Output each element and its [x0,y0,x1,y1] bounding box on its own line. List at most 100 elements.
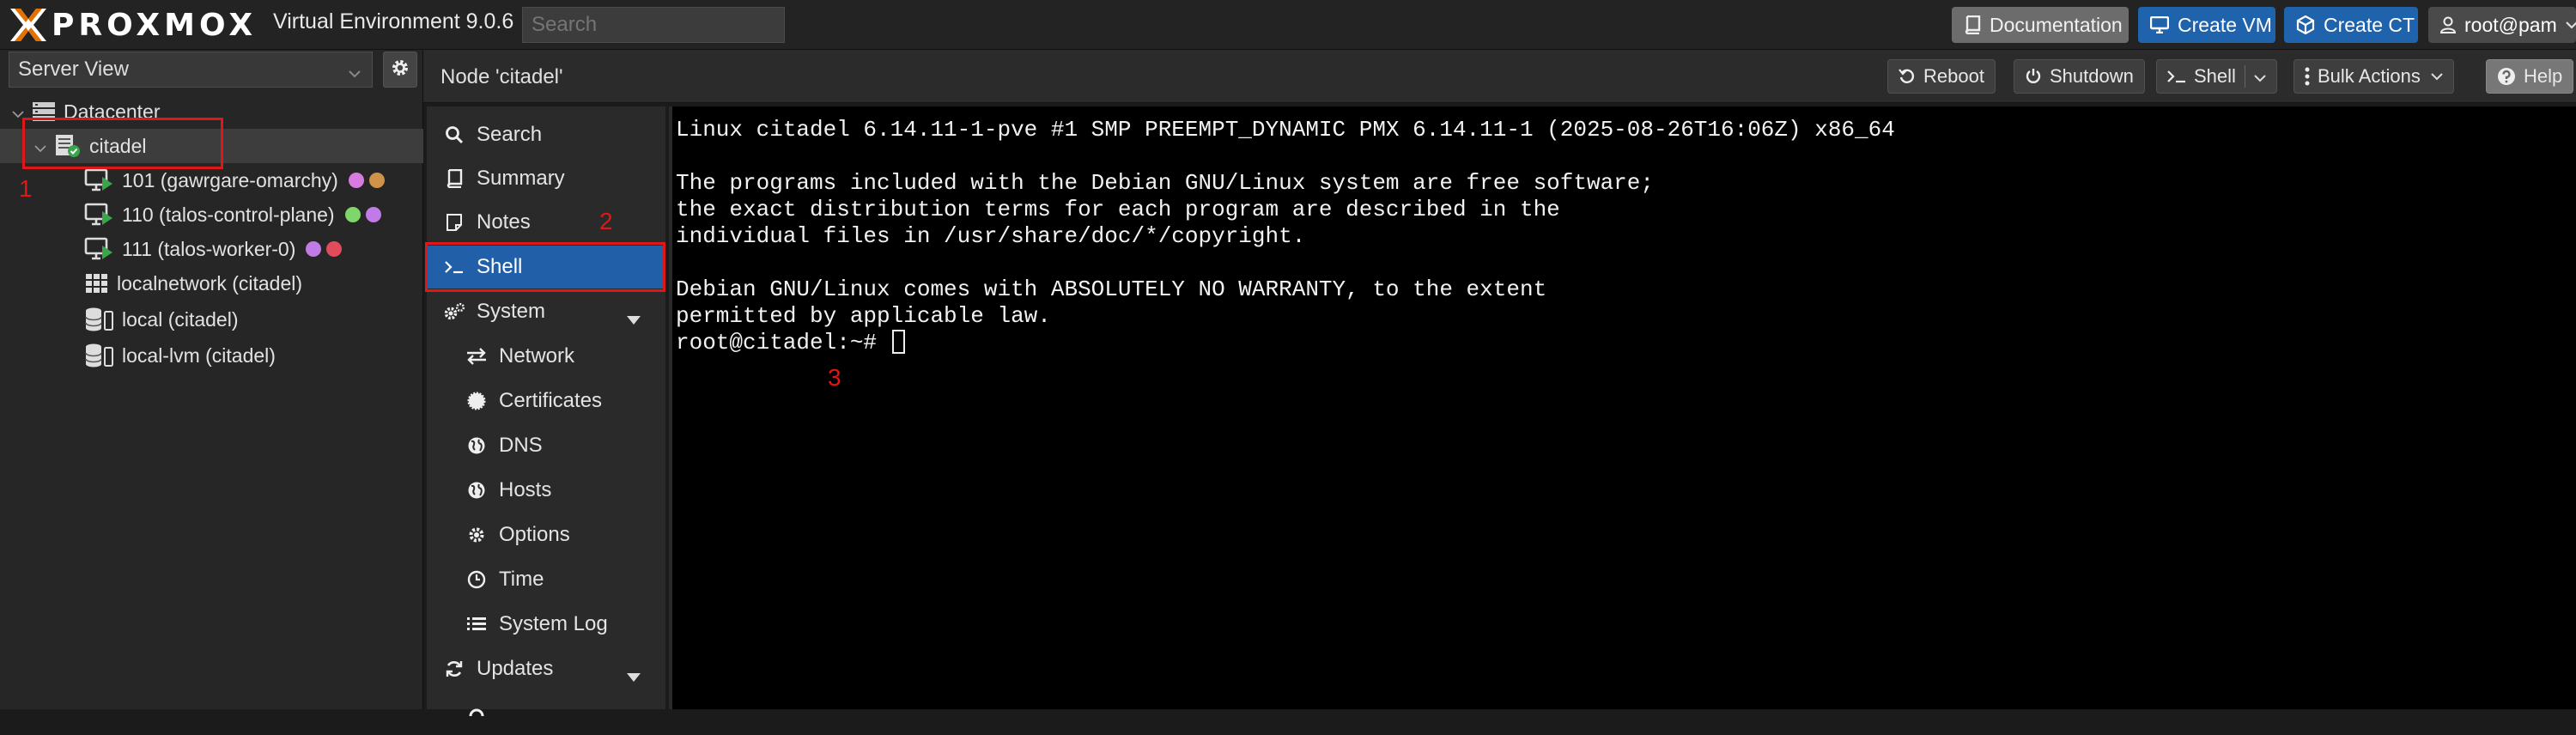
cube-icon [2296,15,2315,34]
terminal-line: The programs included with the Debian GN… [676,170,1654,196]
menu-item-system[interactable]: System [427,290,665,333]
shutdown-button[interactable]: Shutdown [2014,59,2145,94]
shutdown-label: Shutdown [2050,65,2134,87]
menu-item-dns[interactable]: DNS [427,424,665,467]
clock-icon [465,570,489,589]
question-icon [2497,67,2516,86]
tag-dot [326,241,343,257]
tree-item-storage-local-lvm[interactable]: local-lvm (citadel) [0,338,423,373]
create-vm-button[interactable]: Create VM [2138,7,2275,43]
search-icon [442,125,466,144]
tree-settings-button[interactable] [383,52,417,88]
terminal-line: Debian GNU/Linux comes with ABSOLUTELY N… [676,276,1547,302]
shell-split-button[interactable]: Shell [2156,59,2277,94]
help-button[interactable]: Help [2486,59,2574,94]
menu-item-system-log[interactable]: System Log [427,603,665,646]
tree-item-storage-local[interactable]: local (citadel) [0,302,423,337]
tag-dot [306,241,322,257]
power-icon [2025,68,2042,85]
tree-item-label: local-lvm (citadel) [122,343,276,367]
tree-item-label: 111 (talos-worker-0) [122,237,296,260]
gear-icon [465,525,489,544]
page-title: Node 'citadel' [440,65,563,88]
app-title: Virtual Environment 9.0.6 [273,9,514,33]
create-ct-label: Create CT [2324,13,2415,36]
content-toolbar: Node 'citadel' Reboot Shutdown Shell Bul… [423,50,2576,103]
user-menu-button[interactable]: root@pam [2428,7,2576,43]
menu-item-notes[interactable]: Notes [427,201,665,244]
tree-item-vm-110[interactable]: 110 (talos-control-plane) [0,197,423,232]
menu-item-time[interactable]: Time [427,558,665,601]
tag-dot [365,207,381,222]
proxmox-x-icon [9,5,48,45]
shell-label: Shell [2194,65,2236,87]
user-icon [2440,16,2456,33]
annotation-box-1 [22,118,223,169]
terminal-icon [2167,70,2186,83]
reboot-icon [1899,68,1916,85]
node-menu: Search Summary Notes Shell System Networ… [427,106,665,717]
create-ct-button[interactable]: Create CT [2284,7,2418,43]
globe-icon [465,436,489,455]
search-input[interactable] [522,7,785,43]
shell-terminal[interactable]: Linux citadel 6.14.11-1-pve #1 SMP PREEM… [669,106,2576,709]
tree-item-label: local (citadel) [122,307,239,331]
gears-icon [442,302,466,321]
annotation-number-2: 2 [599,208,613,234]
help-label: Help [2524,65,2563,87]
top-header: PROXMOX Virtual Environment 9.0.6 Docume… [0,0,2576,50]
chevron-down-icon [2565,21,2576,29]
menu-item-summary[interactable]: Summary [427,157,665,200]
storage-icon [84,307,115,332]
proxmox-logo[interactable]: PROXMOX [9,5,257,45]
documentation-button[interactable]: Documentation [1952,7,2129,43]
expand-triangle-icon[interactable] [626,665,641,689]
tree-item-vm-111[interactable]: 111 (talos-worker-0) [0,232,423,266]
create-vm-label: Create VM [2178,13,2272,36]
bulk-actions-button[interactable]: Bulk Actions [2293,59,2454,94]
menu-item-certificates[interactable]: Certificates [427,380,665,422]
menu-item-label: Summary [477,167,565,190]
menu-item-label: Updates [477,657,554,680]
server-view-select[interactable]: Server View [9,52,373,88]
vm-running-icon [84,167,115,193]
menu-item-label: System [477,300,546,323]
grid-network-icon [84,272,110,295]
menu-item-label: Notes [477,210,531,234]
server-view-label: Server View [18,58,129,81]
menu-item-updates[interactable]: Updates [427,647,665,690]
menu-item-hosts[interactable]: Hosts [427,469,665,512]
book-icon [442,169,466,188]
terminal-prompt-line[interactable]: root@citadel:~# [676,330,905,355]
terminal-cursor [891,330,905,354]
menu-item-search[interactable]: Search [427,113,665,156]
menu-item-label: Certificates [499,389,603,412]
terminal-prompt: root@citadel:~# [676,330,890,355]
globe-icon [465,481,489,500]
menu-item-network[interactable]: Network [427,335,665,378]
annotation-number-3: 3 [828,364,841,391]
refresh-icon [442,659,466,678]
menu-item-label: DNS [499,434,543,457]
menu-item-label: Search [477,123,543,146]
kebab-icon [2305,67,2310,86]
tag-dot [348,173,364,188]
bulk-actions-label: Bulk Actions [2318,65,2421,87]
documentation-label: Documentation [1990,13,2123,36]
reboot-button[interactable]: Reboot [1887,59,1996,94]
user-label: root@pam [2464,13,2557,36]
chevron-down-icon[interactable] [2254,65,2266,88]
tree-item-label: 101 (gawrgare-omarchy) [122,168,338,191]
annotation-number-1: 1 [19,175,33,202]
certificate-icon [465,392,489,410]
storage-icon [84,343,115,368]
tag-dot [344,207,361,222]
terminal-line: Linux citadel 6.14.11-1-pve #1 SMP PREEM… [676,117,1895,143]
menu-item-partial[interactable] [427,692,665,735]
menu-item-options[interactable]: Options [427,513,665,556]
tree-item-localnetwork[interactable]: localnetwork (citadel) [0,266,423,301]
menu-item-label: System Log [499,612,608,635]
menu-item-label: Options [499,523,570,546]
tree-item-label: 110 (talos-control-plane) [122,203,335,226]
expand-triangle-icon[interactable] [626,307,641,331]
